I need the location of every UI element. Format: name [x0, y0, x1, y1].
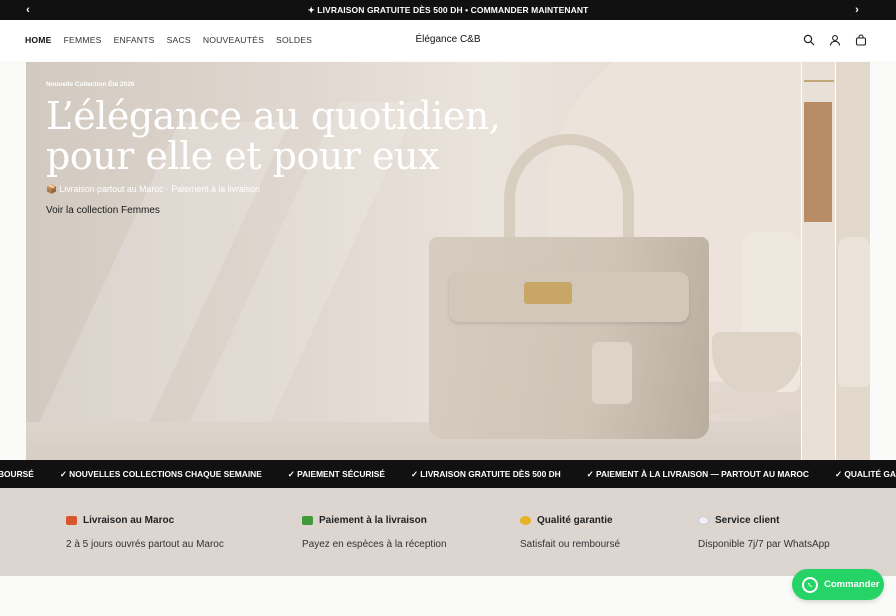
feature-qualite: Qualité garantie Satisfait ou remboursé [520, 515, 620, 550]
chevron-left-icon[interactable]: ‹ [18, 0, 38, 20]
whatsapp-icon [802, 576, 818, 593]
hero-headline-line1: L’élégance au quotidien, [46, 94, 501, 138]
hanging-garment [804, 102, 832, 222]
search-icon[interactable] [802, 33, 816, 47]
announcement-bar: ‹ ✦ LIVRAISON GRATUITE DÈS 500 DH • COMM… [0, 0, 896, 20]
truck-icon [66, 516, 77, 525]
feature-livraison: Livraison au Maroc 2 à 5 jours ouvrés pa… [66, 515, 224, 550]
chevron-right-icon[interactable]: › [847, 0, 867, 20]
marquee-item: MBOURSÉ [0, 469, 34, 479]
marquee-item: ✓ PAIEMENT À LA LIVRAISON — PARTOUT AU M… [586, 469, 809, 479]
promo-marquee: MBOURSÉ ✓ NOUVELLES COLLECTIONS CHAQUE S… [0, 460, 896, 488]
cart-icon[interactable] [854, 33, 868, 47]
site-header: HOME FEMMES ENFANTS SACS NOUVEAUTÉS SOLD… [0, 20, 896, 61]
chat-bubble-icon [698, 516, 709, 525]
feature-title: Service client [715, 515, 780, 526]
feature-desc: Satisfait ou remboursé [520, 539, 621, 550]
sparkle-icon [520, 516, 531, 525]
feature-desc: 2 à 5 jours ouvrés partout au Maroc [66, 539, 224, 550]
feature-title: Paiement à la livraison [319, 515, 427, 526]
marquee-item: ✓ LIVRAISON GRATUITE DÈS 500 DH [410, 469, 561, 479]
feature-desc: Payez en espèces à la réception [302, 539, 447, 550]
clothing-rail [804, 80, 834, 82]
cash-icon [302, 516, 313, 525]
feature-paiement: Paiement à la livraison Payez en espèces… [302, 515, 447, 550]
hero-banner: Nouvelle Collection Été 2026 L’élégance … [26, 62, 870, 460]
marquee-item: ✓ QUALITÉ GARANTIE — SATISFAIT OU REMBOU [834, 469, 896, 479]
feature-desc: Disponible 7j/7 par WhatsApp [698, 539, 830, 550]
tray [710, 392, 802, 414]
marquee-item: ✓ NOUVELLES COLLECTIONS CHAQUE SEMAINE [59, 469, 262, 479]
header-icons [802, 33, 868, 47]
bag-tag [592, 342, 632, 404]
hero-eyebrow: Nouvelle Collection Été 2026 [46, 81, 135, 88]
bag-clasp [524, 282, 572, 304]
whatsapp-order-button[interactable]: Commander [792, 569, 884, 600]
handbag-image [429, 237, 709, 439]
hero-subline: 📦 Livraison partout au Maroc · Paiement … [46, 184, 260, 194]
features-strip: Livraison au Maroc 2 à 5 jours ouvrés pa… [0, 488, 896, 576]
vase [838, 237, 870, 387]
marquee-item: ✓ PAIEMENT SÉCURISÉ [287, 469, 385, 479]
feature-service: Service client Disponible 7j/7 par Whats… [698, 515, 830, 550]
hero-headline: L’élégance au quotidien, pour elle et po… [46, 96, 546, 176]
feature-title: Qualité garantie [537, 515, 613, 526]
hero-cta-link[interactable]: Voir la collection Femmes [46, 205, 160, 216]
brand-logo[interactable]: Élégance C&B [0, 34, 896, 45]
feature-title: Livraison au Maroc [83, 515, 175, 526]
account-icon[interactable] [828, 33, 842, 47]
whatsapp-label: Commander [824, 579, 880, 590]
marquee-track: MBOURSÉ ✓ NOUVELLES COLLECTIONS CHAQUE S… [0, 469, 896, 479]
announcement-text[interactable]: ✦ LIVRAISON GRATUITE DÈS 500 DH • COMMAN… [308, 5, 589, 16]
hero-headline-line2: pour elle et pour eux [46, 134, 439, 178]
